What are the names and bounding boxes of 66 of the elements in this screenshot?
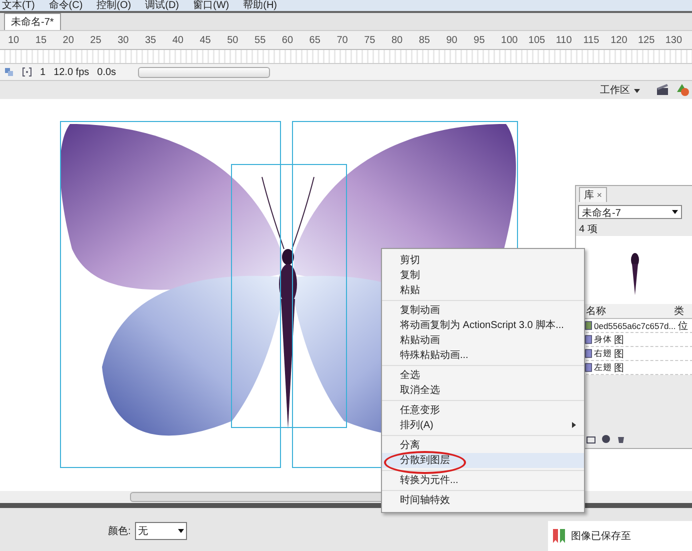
frame-number: 90 bbox=[446, 34, 458, 46]
frame-number: 10 bbox=[8, 34, 20, 46]
dropdown-arrow-icon bbox=[178, 528, 184, 532]
shapes-icon[interactable] bbox=[676, 83, 690, 97]
frame-rate: 12.0 fps bbox=[54, 66, 90, 78]
image-icon bbox=[585, 321, 592, 330]
context-menu-item[interactable]: 任意变形 bbox=[382, 403, 584, 418]
context-menu-item[interactable]: 分散到图层 bbox=[382, 453, 584, 468]
menu-item[interactable]: 控制(O) bbox=[96, 0, 132, 11]
selection-frame[interactable] bbox=[231, 164, 347, 428]
frame-number: 110 bbox=[556, 34, 573, 46]
frame-number: 115 bbox=[583, 34, 600, 46]
frame-number: 85 bbox=[418, 34, 431, 46]
onion-skin-icon[interactable] bbox=[4, 67, 14, 77]
current-frame: 1 bbox=[40, 66, 46, 78]
color-label: 颜色: bbox=[108, 524, 131, 538]
frame-number: 45 bbox=[200, 34, 212, 46]
timeline-scrollbar[interactable] bbox=[138, 66, 270, 78]
workspace-menu[interactable]: 工作区 bbox=[600, 83, 640, 97]
elapsed-time: 0.0s bbox=[97, 66, 116, 78]
frame-number: 35 bbox=[144, 34, 158, 46]
menu-item[interactable]: 命令(C) bbox=[48, 0, 83, 11]
menu-item[interactable]: 帮助(H) bbox=[243, 0, 278, 11]
library-dropdown[interactable]: 未命名-7 bbox=[578, 205, 682, 219]
frame-number: 20 bbox=[62, 34, 75, 46]
notification-text: 图像已保存至 bbox=[571, 530, 631, 543]
frame-number: 30 bbox=[118, 34, 130, 46]
frame-number: 65 bbox=[309, 34, 322, 46]
frame-number: 80 bbox=[391, 34, 404, 46]
clapperboard-icon[interactable] bbox=[656, 83, 670, 97]
context-menu-item[interactable]: 复制动画 bbox=[382, 303, 584, 318]
frame-number: 125 bbox=[638, 34, 656, 46]
column-header[interactable]: 类 bbox=[674, 304, 684, 318]
info-icon[interactable] bbox=[601, 434, 611, 444]
bracket-icon[interactable] bbox=[22, 67, 32, 77]
context-menu-item[interactable]: 取消全选 bbox=[382, 383, 584, 398]
folder-icon[interactable] bbox=[586, 434, 596, 444]
trash-icon[interactable] bbox=[616, 434, 626, 444]
frame-number: 15 bbox=[35, 34, 48, 46]
frame-number: 75 bbox=[364, 34, 376, 46]
color-dropdown[interactable]: 无 bbox=[134, 522, 187, 540]
bookmark-icon bbox=[552, 528, 566, 544]
context-menu-item[interactable]: 粘贴 bbox=[382, 283, 584, 298]
context-menu-item[interactable]: 分离 bbox=[382, 438, 584, 453]
frame-number: 130 bbox=[665, 34, 684, 46]
frame-number: 120 bbox=[610, 34, 628, 46]
frame-number: 105 bbox=[528, 34, 546, 46]
context-menu-item[interactable]: 剪切 bbox=[382, 253, 584, 268]
dropdown-arrow-icon bbox=[634, 89, 640, 93]
context-menu-item[interactable]: 时间轴特效 bbox=[382, 493, 584, 508]
frame-number: 95 bbox=[474, 34, 486, 46]
frame-number: 100 bbox=[501, 34, 519, 46]
menu-item[interactable]: 调试(D) bbox=[145, 0, 180, 11]
frame-number: 40 bbox=[172, 34, 184, 46]
library-tab[interactable]: 库 × bbox=[579, 187, 608, 202]
frame-number: 70 bbox=[336, 34, 349, 46]
frame-number: 60 bbox=[282, 34, 294, 46]
context-menu-item[interactable]: 复制 bbox=[382, 268, 584, 283]
context-menu-item[interactable]: 排列(A) bbox=[382, 418, 584, 433]
context-menu-item[interactable]: 转换为元件... bbox=[382, 473, 584, 488]
frame-number: 50 bbox=[227, 34, 240, 46]
frame-number: 55 bbox=[254, 34, 267, 46]
document-tab[interactable]: 未命名-7* bbox=[4, 13, 61, 30]
item-count: 4 项 bbox=[578, 223, 598, 236]
frame-number: 25 bbox=[90, 34, 102, 46]
dropdown-arrow-icon bbox=[672, 210, 678, 214]
